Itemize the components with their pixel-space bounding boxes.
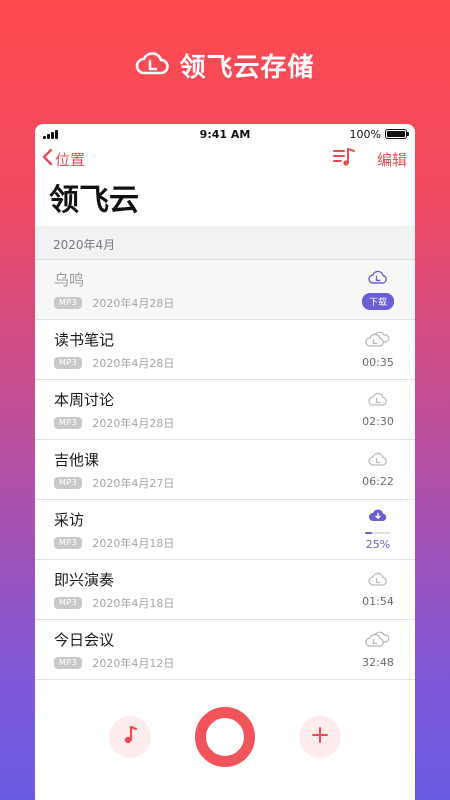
format-badge: MP3 — [54, 296, 83, 309]
cloud-logo-icon — [135, 50, 170, 80]
recording-row[interactable]: 本周讨论 MP3 2020年4月28日 02:30 — [35, 380, 415, 440]
section-header: 2020年4月 — [35, 226, 415, 260]
music-button[interactable] — [109, 716, 151, 758]
recording-date: 2020年4月28日 — [92, 416, 175, 430]
record-button[interactable] — [195, 707, 255, 767]
download-progress-label: 25% — [365, 538, 391, 551]
format-badge: MP3 — [54, 656, 83, 669]
recording-row[interactable]: 吉他课 MP3 2020年4月27日 06:22 — [35, 440, 415, 500]
recording-date: 2020年4月28日 — [92, 356, 175, 370]
chevron-left-icon — [41, 148, 53, 170]
recording-title: 本周讨论 — [54, 390, 115, 409]
plus-icon — [311, 726, 329, 748]
back-label: 位置 — [55, 150, 86, 169]
download-button[interactable]: 下载 — [361, 292, 394, 310]
page-title: 领飞云 — [49, 183, 139, 218]
music-note-icon — [122, 725, 138, 749]
recording-date: 2020年4月12日 — [92, 656, 175, 670]
battery-percent: 100% — [349, 127, 381, 141]
add-button[interactable] — [299, 716, 341, 758]
signal-icon — [43, 129, 103, 139]
recording-row[interactable]: 采访 MP3 2020年4月18日 25% — [35, 500, 415, 560]
cloud-icon — [368, 452, 388, 471]
recording-row[interactable]: 读书笔记 MP3 2020年4月28日 00:35 — [35, 320, 415, 380]
recording-title: 吉他课 — [54, 450, 100, 469]
recording-duration: 02:30 — [362, 414, 394, 428]
recording-duration: 01:54 — [362, 594, 394, 608]
promo-title: 领飞云存储 — [179, 52, 315, 83]
cloud-icon — [368, 270, 388, 289]
status-bar: 9:41 AM 100% — [35, 124, 415, 144]
format-badge: MP3 — [54, 356, 83, 369]
edit-button[interactable]: 编辑 — [377, 149, 407, 170]
back-button[interactable]: 位置 — [41, 148, 85, 170]
download-progress-fill — [365, 532, 372, 534]
status-time: 9:41 AM — [199, 127, 251, 141]
recording-duration: 32:48 — [362, 655, 394, 669]
bottom-toolbar — [35, 680, 415, 800]
recording-date: 2020年4月18日 — [92, 596, 175, 610]
recording-row[interactable]: 今日会议 MP3 2020年4月12日 32:48 — [35, 620, 415, 680]
recording-row[interactable]: 乌鸣 MP3 2020年4月28日 下载 — [35, 260, 415, 320]
recording-date: 2020年4月28日 — [92, 296, 175, 310]
cloud-synced-icon — [365, 331, 391, 352]
cloud-download-icon — [368, 508, 388, 527]
format-badge: MP3 — [54, 476, 83, 489]
recordings-list: 乌鸣 MP3 2020年4月28日 下载 读书笔记 MP3 2020年4月28日… — [35, 260, 415, 680]
playlist-music-icon[interactable] — [332, 147, 355, 171]
recording-title: 采访 — [54, 510, 85, 529]
recording-title: 今日会议 — [54, 630, 115, 649]
recording-duration: 00:35 — [362, 355, 394, 369]
cloud-icon — [368, 392, 388, 411]
cloud-synced-icon — [365, 631, 391, 652]
nav-bar: 位置 编辑 — [35, 144, 415, 174]
recording-duration: 06:22 — [362, 474, 394, 488]
cloud-icon — [368, 572, 388, 591]
recording-title: 乌鸣 — [54, 270, 85, 289]
recording-title: 读书笔记 — [54, 330, 115, 349]
recording-date: 2020年4月18日 — [92, 536, 175, 550]
promo-header: 领飞云存储 — [0, 40, 450, 90]
phone-screen: 9:41 AM 100% 位置 编辑 领飞云 2020年4月 乌鸣 MP3 20… — [35, 124, 415, 800]
recording-title: 即兴演奏 — [54, 570, 115, 589]
download-progress-bar — [365, 532, 391, 534]
format-badge: MP3 — [54, 416, 83, 429]
format-badge: MP3 — [54, 596, 83, 609]
recording-row[interactable]: 即兴演奏 MP3 2020年4月18日 01:54 — [35, 560, 415, 620]
recording-date: 2020年4月27日 — [92, 476, 175, 490]
format-badge: MP3 — [54, 536, 83, 549]
battery-icon — [385, 129, 409, 139]
